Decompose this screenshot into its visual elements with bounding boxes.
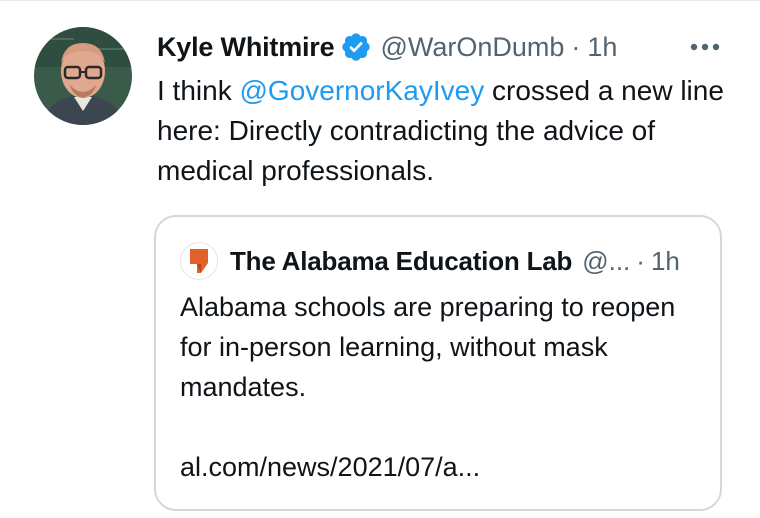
separator-dot: · [571, 31, 581, 62]
quoted-tweet-text: Alabama schools are preparing to reopen … [180, 292, 676, 402]
tweet-text-prefix: I think [157, 75, 240, 106]
profile-photo-icon [34, 27, 132, 125]
quoted-tweet-header: The Alabama Education Lab @... · 1h [180, 241, 700, 281]
author-display-name[interactable]: Kyle Whitmire [157, 32, 335, 63]
avatar[interactable] [34, 27, 132, 125]
top-divider [0, 0, 760, 1]
tweet-body: Kyle Whitmire @WarOnDumb · 1h I think @G… [157, 25, 737, 191]
quoted-tweet-card[interactable]: The Alabama Education Lab @... · 1h Alab… [154, 215, 722, 511]
verified-badge-icon [340, 31, 372, 63]
timestamp[interactable]: 1h [587, 32, 617, 63]
tweet-header: Kyle Whitmire @WarOnDumb · 1h [157, 25, 737, 69]
alabama-education-lab-logo-icon [190, 249, 208, 273]
quoted-separator-dot: · [636, 245, 645, 276]
author-handle[interactable]: @WarOnDumb [380, 32, 564, 63]
quoted-timestamp: 1h [650, 245, 680, 276]
quoted-author-avatar[interactable] [180, 242, 218, 280]
more-options-button[interactable] [685, 29, 725, 65]
more-horizontal-icon [690, 43, 720, 51]
quoted-tweet-link[interactable]: al.com/news/2021/07/a... [180, 447, 480, 487]
quoted-author-display-name: The Alabama Education Lab [230, 245, 573, 276]
tweet-text: I think @GovernorKayIvey crossed a new l… [157, 71, 732, 191]
quoted-author-handle: @... [582, 245, 631, 276]
mention-link[interactable]: @GovernorKayIvey [239, 75, 484, 106]
